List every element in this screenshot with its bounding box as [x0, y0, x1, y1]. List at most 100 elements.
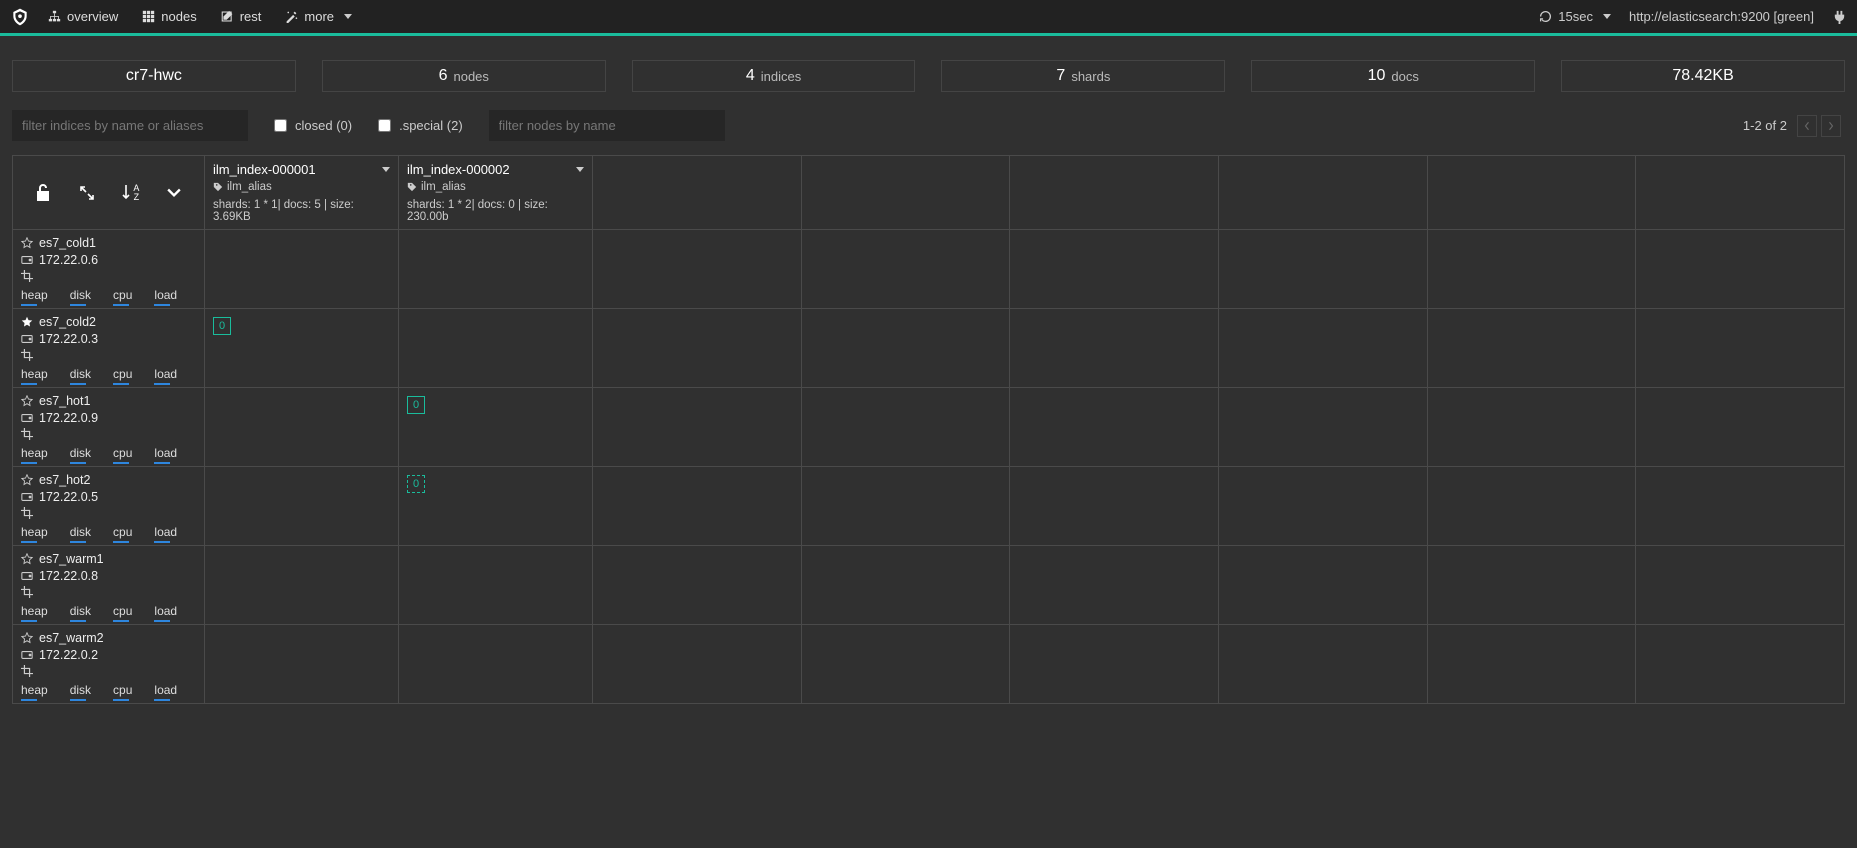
metric-cpu[interactable]: cpu — [113, 288, 132, 302]
shard-chip[interactable]: 0 — [407, 396, 425, 414]
star-outline-icon[interactable] — [21, 553, 33, 565]
chevron-down-icon — [1603, 14, 1611, 19]
node-cell[interactable]: es7_cold1 172.22.0.6 heap disk cpu load — [13, 230, 205, 308]
metric-heap[interactable]: heap — [21, 683, 48, 697]
blank-cell — [1428, 230, 1637, 308]
stat-cluster-name[interactable]: cr7-hwc — [12, 60, 296, 92]
crop-icon — [21, 507, 33, 519]
nav-more[interactable]: more — [275, 3, 362, 30]
star-outline-icon[interactable] — [21, 395, 33, 407]
blank-col — [593, 156, 802, 229]
nav-rest[interactable]: rest — [211, 3, 272, 30]
metric-disk[interactable]: disk — [70, 683, 91, 697]
stat-shards[interactable]: 7 shards — [941, 60, 1225, 92]
node-ip: 172.22.0.9 — [39, 411, 98, 425]
nav-nodes[interactable]: nodes — [132, 3, 206, 30]
blank-cell — [593, 467, 802, 545]
cluster-name: cr7-hwc — [126, 67, 182, 85]
star-filled-icon[interactable] — [21, 316, 33, 328]
tag-icon — [213, 182, 223, 192]
node-cell[interactable]: es7_hot2 172.22.0.5 heap disk cpu load — [13, 467, 205, 545]
crop-icon — [21, 428, 33, 440]
blank-col — [1219, 156, 1428, 229]
sort-az-icon[interactable]: AZ — [120, 183, 140, 203]
node-cell[interactable]: es7_hot1 172.22.0.9 heap disk cpu load — [13, 388, 205, 466]
metric-cpu[interactable]: cpu — [113, 604, 132, 618]
metric-disk[interactable]: disk — [70, 604, 91, 618]
filter-closed-checkbox[interactable]: closed (0) — [274, 118, 352, 133]
metric-load[interactable]: load — [154, 446, 177, 460]
node-name: es7_cold1 — [39, 236, 96, 250]
chevron-down-icon[interactable] — [576, 167, 584, 172]
shard-chip[interactable]: 0 — [407, 475, 425, 493]
index-stats: shards: 1 * 1| docs: 5 | size: 3.69KB — [213, 199, 390, 223]
metric-load[interactable]: load — [154, 367, 177, 381]
metric-disk[interactable]: disk — [70, 367, 91, 381]
unlock-icon[interactable] — [33, 183, 53, 203]
node-row: es7_hot2 172.22.0.5 heap disk cpu load 0 — [13, 467, 1844, 546]
nav-overview[interactable]: overview — [38, 3, 128, 30]
shard-cell — [205, 546, 399, 624]
node-metrics: heap disk cpu load — [21, 525, 196, 539]
stat-nodes[interactable]: 6 nodes — [322, 60, 606, 92]
metric-heap[interactable]: heap — [21, 446, 48, 460]
metric-cpu[interactable]: cpu — [113, 446, 132, 460]
index-header-1[interactable]: ilm_index-000002 ilm_alias shards: 1 * 2… — [399, 156, 593, 229]
shard-chip[interactable]: 0 — [213, 317, 231, 335]
node-row: es7_warm2 172.22.0.2 heap disk cpu load — [13, 625, 1844, 704]
blank-cell — [1219, 625, 1428, 703]
blank-cell — [1636, 309, 1844, 387]
dropdown-icon[interactable] — [164, 183, 184, 203]
closed-checkbox-input[interactable] — [274, 119, 287, 132]
blank-cell — [1636, 467, 1844, 545]
special-checkbox-input[interactable] — [378, 119, 391, 132]
filter-indices-input[interactable] — [12, 110, 248, 141]
expand-icon[interactable] — [77, 183, 97, 203]
metric-disk[interactable]: disk — [70, 525, 91, 539]
chevron-down-icon[interactable] — [382, 167, 390, 172]
blank-cell — [802, 230, 1011, 308]
disk-icon — [21, 412, 33, 424]
metric-heap[interactable]: heap — [21, 367, 48, 381]
stat-docs[interactable]: 10 docs — [1251, 60, 1535, 92]
metric-disk[interactable]: disk — [70, 446, 91, 460]
metric-load[interactable]: load — [154, 525, 177, 539]
blank-cell — [1010, 230, 1219, 308]
metric-load[interactable]: load — [154, 683, 177, 697]
blank-cell — [1428, 309, 1637, 387]
stat-size[interactable]: 78.42KB — [1561, 60, 1845, 92]
stat-indices[interactable]: 4 indices — [632, 60, 916, 92]
metric-heap[interactable]: heap — [21, 525, 48, 539]
metric-cpu[interactable]: cpu — [113, 525, 132, 539]
star-outline-icon[interactable] — [21, 237, 33, 249]
node-cell[interactable]: es7_warm2 172.22.0.2 heap disk cpu load — [13, 625, 205, 703]
shard-cell — [205, 388, 399, 466]
crop-icon — [21, 586, 33, 598]
node-cell[interactable]: es7_cold2 172.22.0.3 heap disk cpu load — [13, 309, 205, 387]
metric-heap[interactable]: heap — [21, 288, 48, 302]
plug-icon[interactable] — [1832, 9, 1847, 24]
blank-cell — [1219, 388, 1428, 466]
connect-url[interactable]: http://elasticsearch:9200 [green] — [1629, 9, 1814, 24]
node-cell[interactable]: es7_warm1 172.22.0.8 heap disk cpu load — [13, 546, 205, 624]
index-alias: ilm_alias — [227, 181, 272, 193]
metric-load[interactable]: load — [154, 604, 177, 618]
pager-prev-button[interactable] — [1797, 115, 1817, 137]
filter-nodes-input[interactable] — [489, 110, 725, 141]
filter-special-checkbox[interactable]: .special (2) — [378, 118, 463, 133]
nav-rest-label: rest — [240, 9, 262, 24]
metric-cpu[interactable]: cpu — [113, 683, 132, 697]
star-outline-icon[interactable] — [21, 474, 33, 486]
blank-col — [1010, 156, 1219, 229]
pager-next-button[interactable] — [1821, 115, 1841, 137]
index-header-0[interactable]: ilm_index-000001 ilm_alias shards: 1 * 1… — [205, 156, 399, 229]
metric-disk[interactable]: disk — [70, 288, 91, 302]
refresh-interval[interactable]: 15sec — [1539, 9, 1611, 24]
star-outline-icon[interactable] — [21, 632, 33, 644]
nav-left: overview nodes rest more — [38, 3, 362, 30]
metric-cpu[interactable]: cpu — [113, 367, 132, 381]
shard-cell — [205, 467, 399, 545]
metric-load[interactable]: load — [154, 288, 177, 302]
blank-cell — [1636, 388, 1844, 466]
metric-heap[interactable]: heap — [21, 604, 48, 618]
